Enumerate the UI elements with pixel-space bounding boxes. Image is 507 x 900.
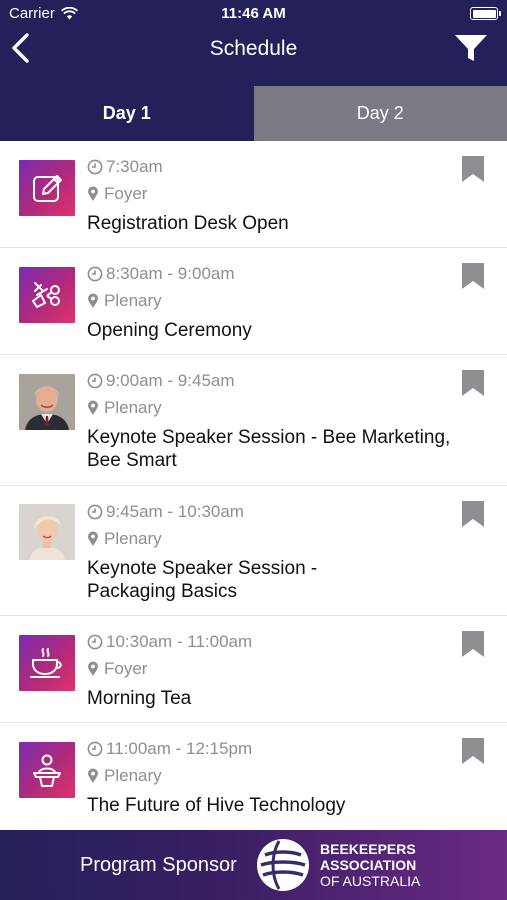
event-title: Opening Ceremony	[87, 320, 252, 341]
list-item[interactable]: 10:30am - 11:00am Foyer Morning Tea	[0, 616, 507, 723]
list-item[interactable]: 7:30am Foyer Registration Desk Open	[0, 141, 507, 248]
bookmark-icon[interactable]	[461, 737, 485, 765]
event-time: 8:30am - 9:00am	[87, 264, 235, 284]
location-pin-icon	[88, 186, 98, 201]
status-bar: Carrier 11:46 AM	[0, 0, 507, 28]
list-item[interactable]: 11:00am - 12:15pm Plenary The Future of …	[0, 723, 507, 830]
speaker-photo-female	[19, 504, 75, 560]
event-title: Keynote Speaker Session - Packaging Basi…	[87, 558, 318, 602]
event-location: Foyer	[87, 184, 147, 204]
filter-icon[interactable]	[453, 32, 489, 64]
event-location-text: Foyer	[104, 184, 148, 203]
speaker-photo-male	[19, 374, 75, 430]
schedule-list: 7:30am Foyer Registration Desk Open 8:30…	[0, 141, 507, 830]
tab-day-2[interactable]: Day 2	[253, 86, 507, 141]
event-location: Plenary	[87, 398, 162, 418]
sponsor-name: BEEKEEPERS ASSOCIATION OF AUSTRALIA	[320, 841, 420, 889]
podium-speaker-icon	[33, 754, 61, 787]
pencil-icon	[33, 175, 62, 202]
event-time-text: 9:45am - 10:30am	[106, 502, 244, 521]
event-location-text: Plenary	[104, 291, 162, 310]
sponsor-globe-logo-icon	[257, 839, 309, 891]
event-time-text: 10:30am - 11:00am	[106, 632, 253, 651]
event-time: 9:00am - 9:45am	[87, 371, 235, 391]
event-title: Morning Tea	[87, 688, 192, 709]
event-title: The Future of Hive Technology	[87, 795, 346, 816]
event-location: Plenary	[87, 766, 162, 786]
sponsor-label: Program Sponsor	[80, 854, 237, 876]
sponsor-name-line-2: ASSOCIATION	[320, 857, 417, 873]
event-location: Plenary	[87, 529, 162, 549]
event-time: 9:45am - 10:30am	[87, 502, 244, 522]
location-pin-icon	[88, 293, 98, 308]
clock-icon	[87, 741, 103, 757]
teacup-icon	[30, 648, 62, 678]
event-time: 7:30am	[87, 157, 163, 177]
location-pin-icon	[88, 768, 98, 783]
event-thumbnail	[19, 635, 75, 691]
event-time-text: 8:30am - 9:00am	[106, 264, 235, 283]
event-thumbnail	[19, 267, 75, 323]
clock-icon	[87, 373, 103, 389]
sponsor-name-line-1: BEEKEEPERS	[320, 841, 416, 857]
list-item[interactable]: 9:00am - 9:45am Plenary Keynote Speaker …	[0, 355, 507, 486]
navigation-bar: Schedule	[0, 28, 507, 86]
event-time: 11:00am - 12:15pm	[87, 739, 252, 759]
sponsor-name-line-3: OF AUSTRALIA	[320, 873, 421, 889]
event-location-text: Foyer	[104, 659, 148, 678]
event-title: Keynote Speaker Session - Bee Marketing,…	[87, 427, 451, 471]
list-item[interactable]: 8:30am - 9:00am Plenary Opening Ceremony	[0, 248, 507, 355]
event-thumbnail	[19, 742, 75, 798]
event-thumbnail	[19, 160, 75, 216]
status-time: 11:46 AM	[221, 5, 286, 22]
event-location: Plenary	[87, 291, 162, 311]
bookmark-icon[interactable]	[461, 262, 485, 290]
location-pin-icon	[88, 661, 98, 676]
battery-icon	[470, 7, 501, 20]
location-pin-icon	[88, 531, 98, 546]
event-location-text: Plenary	[104, 529, 162, 548]
bookmark-icon[interactable]	[461, 155, 485, 183]
event-time-text: 11:00am - 12:15pm	[106, 739, 253, 758]
clock-icon	[87, 634, 103, 650]
bookmark-icon[interactable]	[461, 630, 485, 658]
event-title: Registration Desk Open	[87, 213, 289, 234]
speaker-photo	[19, 374, 75, 430]
speaker-photo	[19, 504, 75, 560]
event-time-text: 7:30am	[106, 157, 163, 176]
page-title: Schedule	[209, 37, 298, 60]
ribbon-cut-icon	[32, 282, 60, 308]
tab-day-1[interactable]: Day 1	[0, 86, 254, 141]
event-time-text: 9:00am - 9:45am	[106, 371, 235, 390]
bookmark-icon[interactable]	[461, 369, 485, 397]
event-location-text: Plenary	[104, 766, 162, 785]
app-header: Carrier 11:46 AM Schedule	[0, 0, 507, 86]
bookmark-icon[interactable]	[461, 500, 485, 528]
day-tabs: Day 1 Day 2	[0, 86, 507, 141]
clock-icon	[87, 159, 103, 175]
clock-icon	[87, 504, 103, 520]
event-location-text: Plenary	[104, 398, 162, 417]
clock-icon	[87, 266, 103, 282]
sponsor-banner[interactable]: Program Sponsor BEEKEEPERS ASSOCIATION O…	[0, 830, 507, 900]
event-time: 10:30am - 11:00am	[87, 632, 252, 652]
location-pin-icon	[88, 400, 98, 415]
list-item[interactable]: 9:45am - 10:30am Plenary Keynote Speaker…	[0, 486, 507, 616]
event-location: Foyer	[87, 659, 147, 679]
